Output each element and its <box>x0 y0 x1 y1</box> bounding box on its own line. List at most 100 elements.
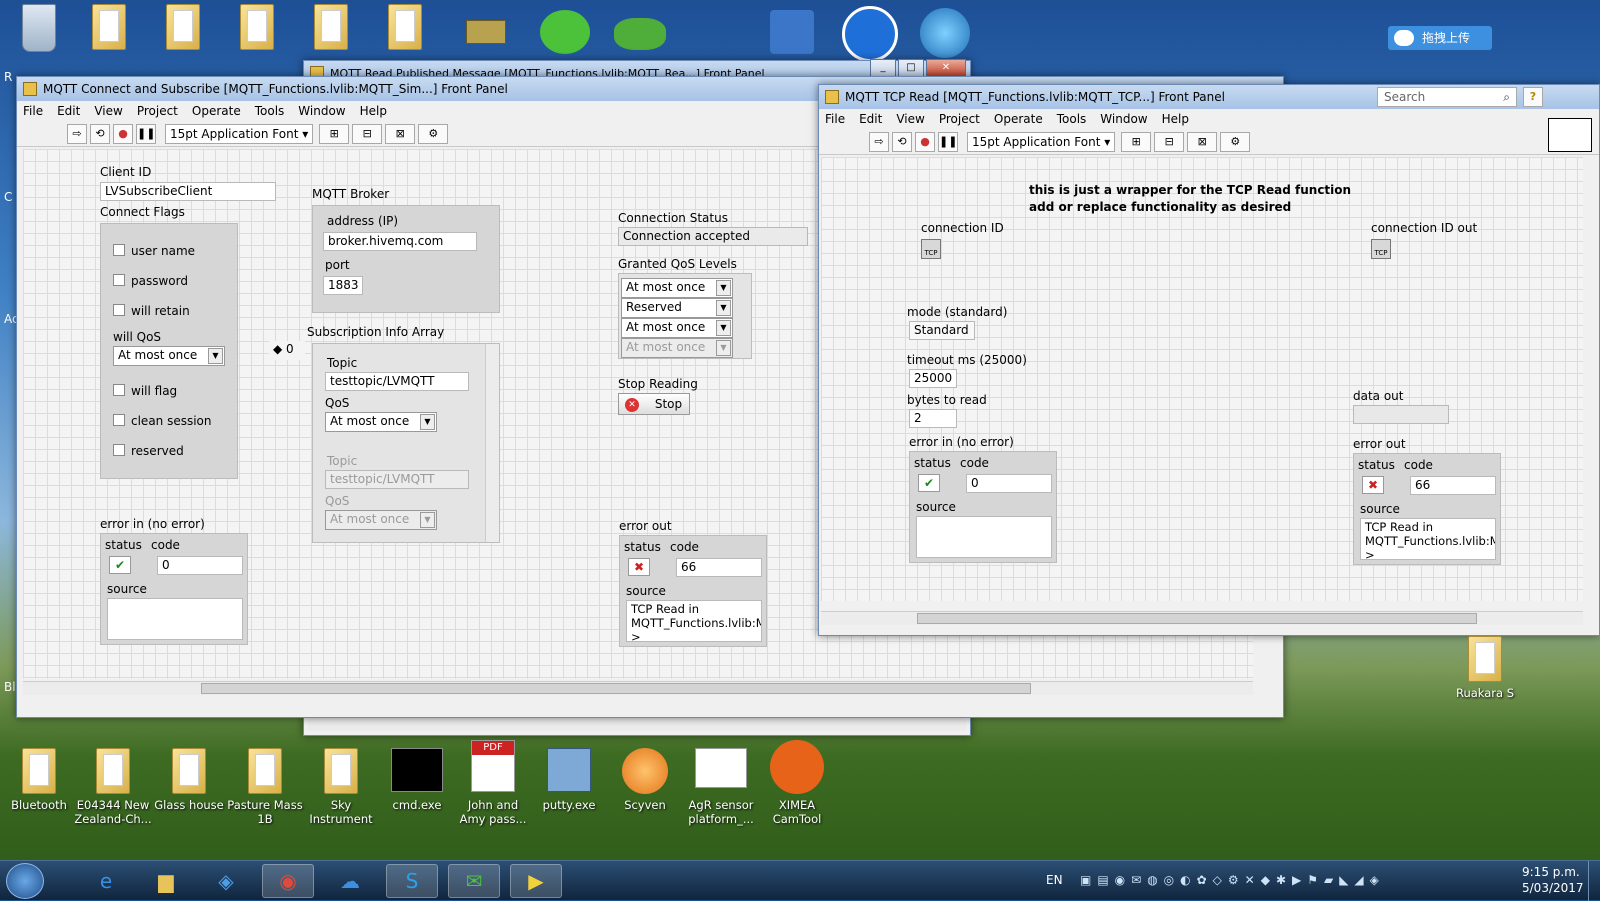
desktop-icon[interactable] <box>292 4 370 54</box>
tcp-connection-icon[interactable]: TCP <box>921 239 941 259</box>
password-checkbox[interactable] <box>113 274 125 286</box>
menu-project[interactable]: Project <box>939 112 980 126</box>
upload-button[interactable]: 拖拽上传 <box>1388 26 1492 50</box>
resize-icon[interactable]: ⊠ <box>1187 131 1218 152</box>
desktop-icon-scyven[interactable]: Scyven <box>606 748 684 812</box>
vi-icon[interactable] <box>1548 118 1592 152</box>
chrome-icon[interactable]: ◉ <box>262 864 314 898</box>
reorder-icon[interactable]: ⚙ <box>1220 131 1251 152</box>
horizontal-scrollbar[interactable] <box>821 611 1583 625</box>
menu-edit[interactable]: Edit <box>859 112 882 126</box>
error-in-code-field[interactable]: 0 <box>157 556 243 575</box>
will-flag-checkbox[interactable] <box>113 384 125 396</box>
stop-button[interactable]: ✕ Stop <box>618 393 690 415</box>
desktop-icon[interactable] <box>218 4 296 54</box>
menu-operate[interactable]: Operate <box>192 104 241 118</box>
wechat-icon[interactable]: ✉ <box>448 864 500 898</box>
font-selector[interactable]: 15pt Application Font ▾ <box>967 131 1116 152</box>
app-icon[interactable]: ◈ <box>200 864 252 898</box>
maximize-button[interactable]: □ <box>898 59 924 77</box>
skype-icon[interactable]: S <box>386 864 438 898</box>
menu-view[interactable]: View <box>94 104 122 118</box>
align-icon[interactable]: ⊞ <box>319 123 350 144</box>
desktop-icon-bluetooth[interactable]: Bluetooth <box>0 748 78 812</box>
clean-session-checkbox[interactable] <box>113 414 125 426</box>
error-in-code-field[interactable]: 0 <box>966 474 1052 493</box>
close-button[interactable]: ✕ <box>926 59 966 77</box>
menu-file[interactable]: File <box>23 104 43 118</box>
run-continuously-icon[interactable]: ⟲ <box>90 123 110 144</box>
start-button[interactable] <box>6 863 44 899</box>
granted-qos-item[interactable]: Reserved ▼ <box>621 298 733 318</box>
language-indicator[interactable]: EN <box>1046 873 1063 887</box>
check-icon[interactable]: ✔ <box>109 556 131 574</box>
menu-tools[interactable]: Tools <box>255 104 285 118</box>
labview-icon[interactable]: ▶ <box>510 864 562 898</box>
array-index[interactable]: ◆ 0 <box>269 341 305 360</box>
horizontal-scrollbar[interactable] <box>308 717 966 731</box>
font-selector[interactable]: 15pt Application Font ▾ <box>165 123 314 144</box>
mode-field[interactable]: Standard <box>909 321 975 340</box>
clock-date[interactable]: 5/03/2017 <box>1522 881 1584 895</box>
desktop-icon[interactable]: Glass house <box>150 748 228 812</box>
desktop-icon[interactable]: AgR sensor platform_... <box>682 748 760 826</box>
genie-lamp-icon[interactable] <box>614 18 666 50</box>
topic-field[interactable]: testtopic/LVMQTT <box>325 372 469 391</box>
will-qos-dropdown[interactable]: At most once ▼ <box>113 346 225 366</box>
desktop-icon[interactable] <box>70 4 148 54</box>
baidu-cloud-icon[interactable]: ☁ <box>324 864 376 898</box>
menu-window[interactable]: Window <box>298 104 345 118</box>
application-icon[interactable] <box>770 10 814 54</box>
menu-file[interactable]: File <box>825 112 845 126</box>
file-explorer-icon[interactable]: ▆ <box>140 864 192 898</box>
desktop-icon-cmd[interactable]: cmd.exe <box>378 748 456 812</box>
error-in-source-field[interactable] <box>107 598 243 640</box>
user-name-checkbox[interactable] <box>113 244 125 256</box>
align-icon[interactable]: ⊞ <box>1121 131 1152 152</box>
pause-icon[interactable]: ❚❚ <box>136 123 156 144</box>
wechat-icon[interactable] <box>540 10 590 54</box>
menu-help[interactable]: Help <box>1162 112 1189 126</box>
abort-icon[interactable]: ● <box>915 131 935 152</box>
desktop-icon-ximea[interactable]: XIMEA CamTool <box>758 740 836 826</box>
error-in-source-field[interactable] <box>916 516 1052 558</box>
abort-icon[interactable]: ● <box>113 123 133 144</box>
scroll-thumb[interactable] <box>917 613 1477 624</box>
desktop-icon[interactable]: Sky Instrument <box>302 748 380 826</box>
desktop-icon[interactable] <box>144 4 222 54</box>
run-continuously-icon[interactable]: ⟲ <box>892 131 912 152</box>
desktop-icon-putty[interactable]: putty.exe <box>530 748 608 812</box>
search-input[interactable]: Search ⌕ <box>1377 87 1517 107</box>
horizontal-scrollbar[interactable] <box>23 681 1253 695</box>
run-icon[interactable]: ⇨ <box>67 123 87 144</box>
menu-tools[interactable]: Tools <box>1057 112 1087 126</box>
reserved-checkbox[interactable] <box>113 444 125 456</box>
clock-time[interactable]: 9:15 p.m. <box>1522 865 1580 879</box>
resize-icon[interactable]: ⊠ <box>385 123 416 144</box>
system-tray-icons[interactable]: ▣▤◉✉◍◎◐✿◇⚙✕◆✱▶⚑▰◣◢◈ <box>1080 873 1460 889</box>
distribute-icon[interactable]: ⊟ <box>352 123 383 144</box>
menu-project[interactable]: Project <box>137 104 178 118</box>
will-retain-checkbox[interactable] <box>113 304 125 316</box>
menu-view[interactable]: View <box>896 112 924 126</box>
bytes-to-read-field[interactable]: 2 <box>909 409 957 428</box>
desktop-icon[interactable] <box>366 4 444 54</box>
distribute-icon[interactable]: ⊟ <box>1154 131 1185 152</box>
granted-qos-item[interactable]: At most once ▼ <box>621 318 733 338</box>
check-icon[interactable]: ✔ <box>918 474 940 492</box>
globe-icon[interactable] <box>920 8 970 58</box>
granted-qos-item[interactable]: At most once ▼ <box>621 278 733 298</box>
pause-icon[interactable]: ❚❚ <box>938 131 958 152</box>
desktop-icon-recycle-bin[interactable] <box>0 4 78 52</box>
serial-port-icon[interactable] <box>466 20 506 44</box>
reorder-icon[interactable]: ⚙ <box>418 123 449 144</box>
desktop-icon[interactable]: Ruakara S <box>1446 636 1524 700</box>
vertical-scrollbar[interactable] <box>485 344 499 542</box>
tcp-read-window[interactable]: MQTT TCP Read [MQTT_Functions.lvlib:MQTT… <box>818 84 1600 636</box>
address-field[interactable]: broker.hivemq.com <box>323 232 477 251</box>
internet-explorer-icon[interactable]: e <box>80 864 132 898</box>
client-id-field[interactable]: LVSubscribeClient <box>100 182 276 201</box>
desktop-icon[interactable]: E04344 New Zealand-Ch... <box>74 748 152 826</box>
menu-operate[interactable]: Operate <box>994 112 1043 126</box>
minimize-button[interactable]: _ <box>870 59 896 77</box>
